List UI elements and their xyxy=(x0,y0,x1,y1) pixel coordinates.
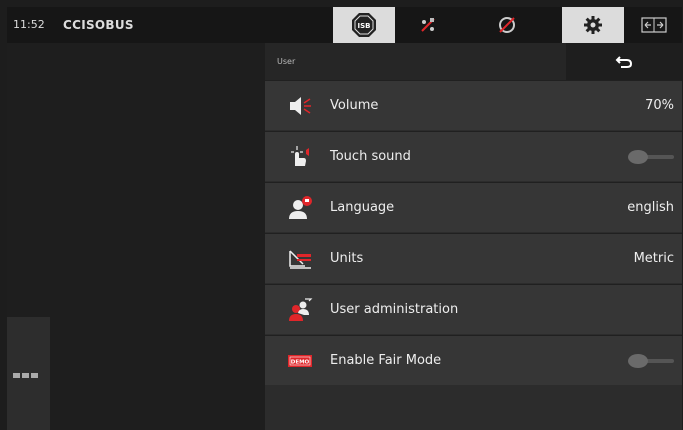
volume-value: 70% xyxy=(645,98,674,113)
switch-screen-button[interactable] xyxy=(625,7,682,43)
language-label: Language xyxy=(330,200,395,215)
svg-text:DEMO: DEMO xyxy=(291,360,310,366)
fair-mode-row[interactable]: DEMO Enable Fair Mode xyxy=(265,335,682,385)
fair-mode-toggle[interactable] xyxy=(628,354,674,368)
fair-mode-label: Enable Fair Mode xyxy=(330,353,442,368)
volume-label: Volume xyxy=(330,98,379,113)
top-bar: 11:52 CCISOBUS ISB xyxy=(7,7,682,43)
units-value: Metric xyxy=(633,251,674,266)
language-row[interactable]: Language english xyxy=(265,182,682,232)
volume-icon xyxy=(290,97,311,115)
user-admin-icon xyxy=(289,298,313,321)
page-title: User xyxy=(277,57,296,66)
language-value: english xyxy=(627,200,674,215)
more-dots-icon xyxy=(13,373,38,378)
units-icon xyxy=(289,250,311,269)
units-label: Units xyxy=(330,251,364,266)
menu-button[interactable] xyxy=(7,317,50,430)
units-row[interactable]: Units Metric xyxy=(265,233,682,283)
gear-icon xyxy=(584,16,602,34)
touch-sound-label: Touch sound xyxy=(330,149,411,164)
clock: 11:52 xyxy=(13,18,45,31)
settings-panel: User Volume 70% Touch sound Language eng… xyxy=(265,43,682,430)
touch-sound-toggle[interactable] xyxy=(628,150,674,164)
panel-header: User xyxy=(265,43,682,80)
back-button[interactable] xyxy=(566,43,682,80)
back-arrow-icon xyxy=(615,55,633,68)
speed-button[interactable] xyxy=(477,7,537,43)
speed-off-icon xyxy=(499,17,515,33)
svg-text:ISB: ISB xyxy=(358,22,371,30)
touch-sound-row[interactable]: Touch sound xyxy=(265,131,682,181)
isb-button[interactable]: ISB xyxy=(333,7,395,43)
demo-icon: DEMO xyxy=(288,355,312,367)
isb-icon: ISB xyxy=(352,13,376,37)
switch-screen-icon xyxy=(640,17,667,33)
terminal-screen: 11:52 CCISOBUS ISB User Volume 70% Touch… xyxy=(7,7,682,430)
touch-sound-icon xyxy=(291,146,309,166)
language-icon xyxy=(289,196,312,219)
user-administration-label: User administration xyxy=(330,302,459,317)
task-controller-icon xyxy=(421,18,435,32)
task-controller-button[interactable] xyxy=(397,7,459,43)
settings-button[interactable] xyxy=(562,7,624,43)
user-administration-row[interactable]: User administration xyxy=(265,284,682,334)
volume-row[interactable]: Volume 70% xyxy=(265,80,682,130)
brand-logo: CCISOBUS xyxy=(63,18,134,32)
